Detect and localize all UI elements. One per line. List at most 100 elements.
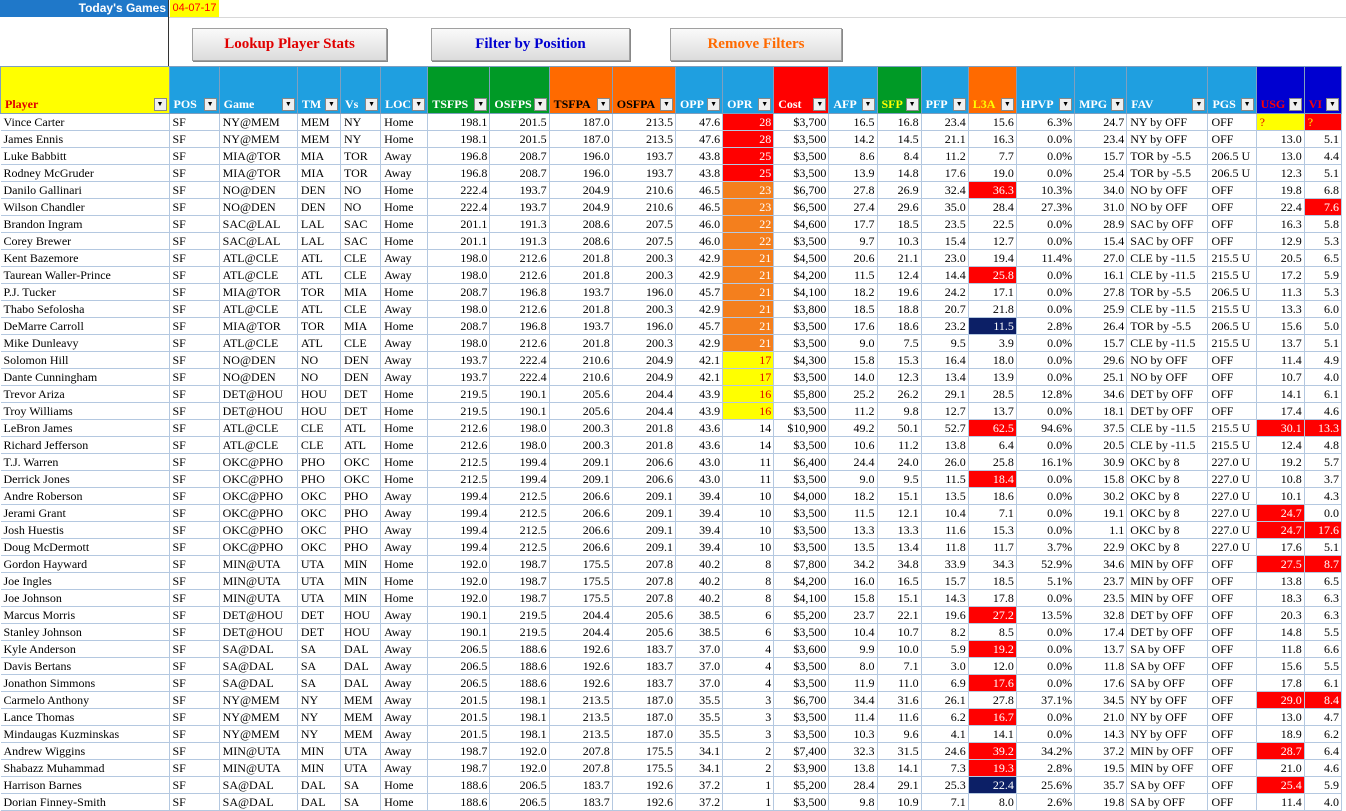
- cell-pgs[interactable]: OFF: [1207, 198, 1257, 216]
- cell-osfpa[interactable]: 204.9: [612, 351, 676, 369]
- cell-osfpa[interactable]: 207.8: [612, 589, 676, 607]
- cell-player[interactable]: Stanley Johnson: [0, 623, 170, 641]
- cell-fav[interactable]: NY by OFF: [1126, 725, 1209, 743]
- cell-vs[interactable]: MEM: [340, 691, 382, 709]
- cell-pfp[interactable]: 13.4: [921, 368, 969, 386]
- cell-loc[interactable]: Home: [380, 572, 429, 590]
- cell-fav[interactable]: CLE by -11.5: [1126, 266, 1209, 284]
- cell-pos[interactable]: SF: [169, 572, 220, 590]
- cell-osfpa[interactable]: 200.3: [612, 249, 676, 267]
- cell-pgs[interactable]: OFF: [1207, 181, 1257, 199]
- cell-osfpa[interactable]: 209.1: [612, 521, 676, 539]
- table-row[interactable]: Marcus Morris SF DET@HOU DET HOU Away 190.1 219…: [0, 606, 1343, 624]
- cell-sfp[interactable]: 8.4: [877, 147, 922, 165]
- cell-pgs[interactable]: 206.5 U: [1207, 147, 1257, 165]
- cell-hpvp[interactable]: 0.0%: [1016, 470, 1076, 488]
- cell-mpg[interactable]: 27.0: [1074, 249, 1128, 267]
- cell-pos[interactable]: SF: [169, 317, 220, 335]
- cell-sfp[interactable]: 29.6: [877, 198, 922, 216]
- cell-osfps[interactable]: 196.8: [489, 283, 550, 301]
- cell-loc[interactable]: Home: [380, 470, 429, 488]
- cell-tm[interactable]: OKC: [297, 538, 341, 556]
- cell-osfps[interactable]: 188.6: [489, 640, 550, 658]
- cell-tm[interactable]: NO: [297, 368, 341, 386]
- cell-opp[interactable]: 34.1: [675, 742, 724, 760]
- cell-l3a[interactable]: 22.4: [968, 776, 1017, 794]
- cell-loc[interactable]: Away: [380, 640, 429, 658]
- cell-vs[interactable]: MEM: [340, 708, 382, 726]
- cell-opr[interactable]: 10: [722, 521, 775, 539]
- cell-l3a[interactable]: 15.3: [968, 521, 1017, 539]
- cell-player[interactable]: Trevor Ariza: [0, 385, 170, 403]
- cell-osfps[interactable]: 198.1: [489, 691, 550, 709]
- cell-pgs[interactable]: 227.0 U: [1207, 538, 1257, 556]
- cell-mpg[interactable]: 20.5: [1074, 436, 1128, 454]
- cell-vs[interactable]: ATL: [340, 436, 382, 454]
- cell-mpg[interactable]: 19.5: [1074, 759, 1128, 777]
- cell-pos[interactable]: SF: [169, 691, 220, 709]
- cell-tm[interactable]: SA: [297, 674, 341, 692]
- cell-loc[interactable]: Home: [380, 385, 429, 403]
- cell-l3a[interactable]: 19.2: [968, 640, 1017, 658]
- cell-mpg[interactable]: 16.1: [1074, 266, 1128, 284]
- cell-sfp[interactable]: 14.5: [877, 130, 922, 148]
- cell-fav[interactable]: CLE by -11.5: [1126, 249, 1209, 267]
- cell-tm[interactable]: MIA: [297, 147, 341, 165]
- cell-cost[interactable]: $3,500: [773, 623, 830, 641]
- column-header-l3a[interactable]: L3A ▼: [967, 66, 1017, 114]
- cell-cost[interactable]: $3,500: [773, 164, 830, 182]
- cell-afp[interactable]: 11.5: [828, 266, 878, 284]
- cell-game[interactable]: SA@DAL: [219, 640, 298, 658]
- cell-hpvp[interactable]: 11.4%: [1016, 249, 1076, 267]
- cell-pos[interactable]: SF: [169, 623, 220, 641]
- cell-game[interactable]: OKC@PHO: [219, 521, 298, 539]
- cell-pgs[interactable]: OFF: [1207, 232, 1257, 250]
- cell-opp[interactable]: 45.7: [675, 283, 724, 301]
- cell-usg[interactable]: 13.0: [1256, 147, 1305, 165]
- cell-tsfps[interactable]: 190.1: [427, 606, 491, 624]
- cell-pgs[interactable]: OFF: [1207, 674, 1257, 692]
- cell-vi[interactable]: 4.8: [1304, 436, 1343, 454]
- cell-opp[interactable]: 34.1: [675, 759, 724, 777]
- cell-pos[interactable]: SF: [169, 402, 220, 420]
- cell-mpg[interactable]: 26.4: [1074, 317, 1128, 335]
- cell-player[interactable]: Luke Babbitt: [0, 147, 170, 165]
- table-row[interactable]: Josh Huestis SF OKC@PHO OKC PHO Away 199.4 212.…: [0, 521, 1343, 539]
- cell-osfpa[interactable]: 175.5: [612, 759, 676, 777]
- cell-pfp[interactable]: 52.7: [921, 419, 969, 437]
- cell-mpg[interactable]: 15.7: [1074, 334, 1128, 352]
- cell-l3a[interactable]: 16.7: [968, 708, 1017, 726]
- cell-vi[interactable]: 5.3: [1304, 283, 1343, 301]
- cell-loc[interactable]: Away: [380, 623, 429, 641]
- cell-fav[interactable]: SA by OFF: [1126, 776, 1209, 794]
- cell-vs[interactable]: MIA: [340, 283, 382, 301]
- cell-sfp[interactable]: 7.1: [877, 657, 922, 675]
- cell-tsfps[interactable]: 199.4: [427, 487, 491, 505]
- cell-osfpa[interactable]: 196.0: [612, 283, 676, 301]
- cell-pos[interactable]: SF: [169, 521, 220, 539]
- cell-hpvp[interactable]: 0.0%: [1016, 708, 1076, 726]
- cell-game[interactable]: SAC@LAL: [219, 232, 298, 250]
- cell-pfp[interactable]: 26.0: [921, 453, 969, 471]
- filter-dropdown-icon[interactable]: ▼: [153, 98, 167, 111]
- cell-osfpa[interactable]: 200.3: [612, 300, 676, 318]
- cell-tsfpa[interactable]: 209.1: [549, 470, 613, 488]
- cell-l3a[interactable]: 13.7: [968, 402, 1017, 420]
- cell-vi[interactable]: 6.5: [1304, 572, 1343, 590]
- cell-tm[interactable]: MIA: [297, 164, 341, 182]
- cell-afp[interactable]: 32.3: [828, 742, 878, 760]
- cell-tsfpa[interactable]: 205.6: [549, 385, 613, 403]
- cell-fav[interactable]: NY by OFF: [1126, 708, 1209, 726]
- cell-mpg[interactable]: 34.6: [1074, 385, 1128, 403]
- cell-pos[interactable]: SF: [169, 470, 220, 488]
- cell-vs[interactable]: CLE: [340, 300, 382, 318]
- column-header-cost[interactable]: Cost ▼: [773, 66, 830, 114]
- cell-loc[interactable]: Home: [380, 589, 429, 607]
- cell-fav[interactable]: TOR by -5.5: [1126, 317, 1209, 335]
- cell-l3a[interactable]: 28.5: [968, 385, 1017, 403]
- cell-usg[interactable]: 16.3: [1256, 215, 1305, 233]
- cell-pfp[interactable]: 29.1: [921, 385, 969, 403]
- cell-fav[interactable]: OKC by 8: [1126, 470, 1209, 488]
- cell-pfp[interactable]: 7.3: [921, 759, 969, 777]
- cell-tsfpa[interactable]: 175.5: [549, 572, 613, 590]
